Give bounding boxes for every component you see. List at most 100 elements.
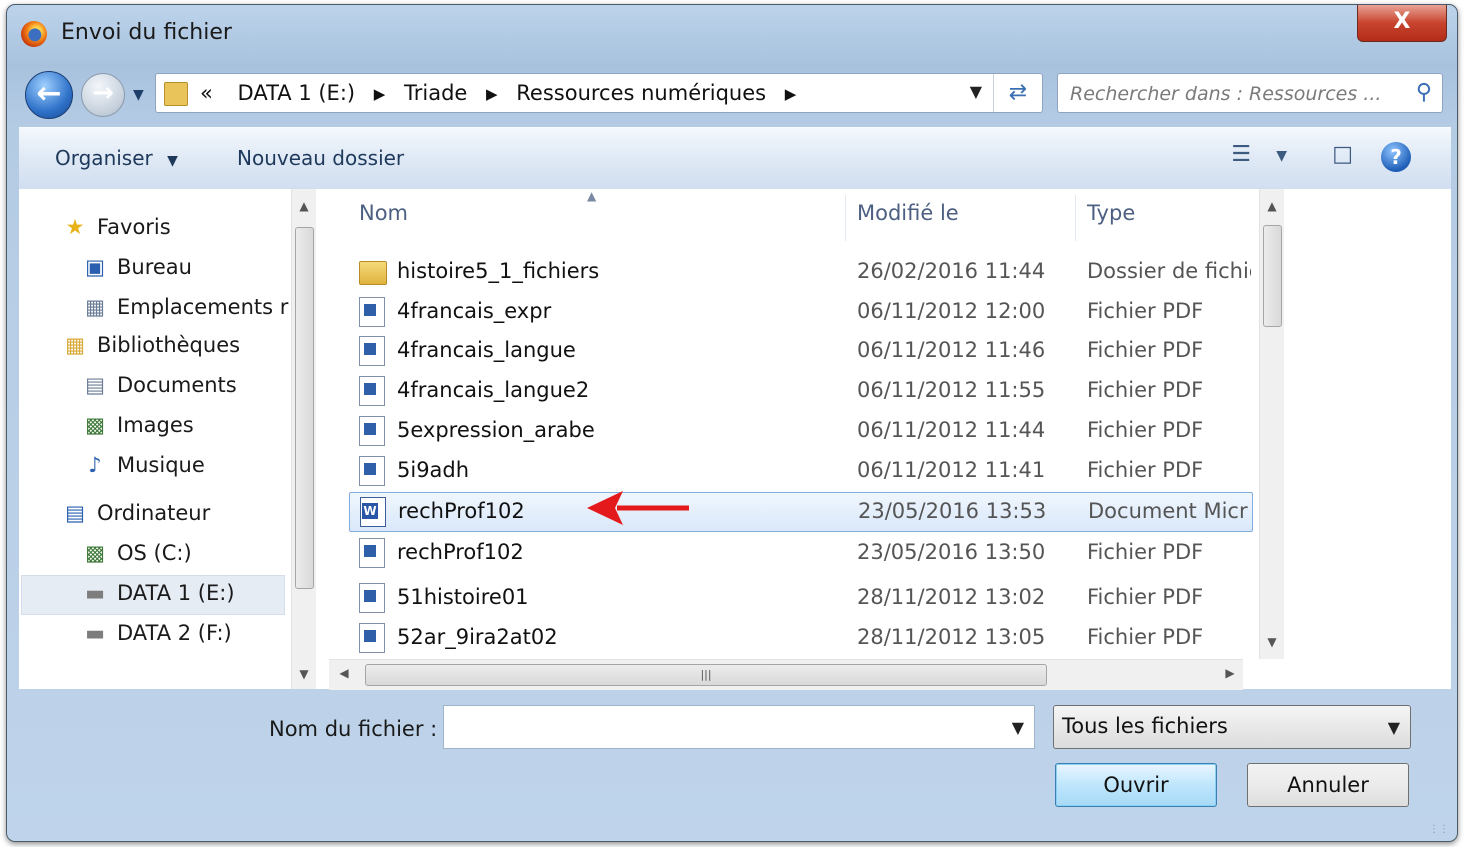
file-row[interactable]: rechProf102 23/05/2016 13:50 Fichier PDF: [343, 534, 1253, 572]
file-date: 23/05/2016 13:50: [857, 540, 1046, 564]
search-input[interactable]: [1068, 81, 1390, 107]
scroll-down-icon[interactable]: ▼: [292, 667, 316, 681]
breadcrumb-triade[interactable]: Triade: [404, 81, 467, 105]
column-divider[interactable]: [1075, 195, 1076, 241]
chevron-down-icon[interactable]: ▼: [1012, 718, 1024, 737]
column-header-name[interactable]: Nom: [359, 201, 408, 225]
libraries-icon: ▦: [65, 333, 85, 357]
scroll-left-icon[interactable]: ◀: [329, 666, 359, 680]
file-list-scrollbar[interactable]: ▲ ▼: [1259, 189, 1284, 659]
open-button[interactable]: Ouvrir: [1055, 763, 1217, 807]
search-icon[interactable]: ⚲: [1416, 80, 1432, 105]
file-name: 5i9adh: [397, 458, 470, 482]
pdf-icon: [359, 297, 385, 327]
chevron-right-icon[interactable]: ▶: [374, 85, 386, 103]
file-row[interactable]: histoire5_1_fichiers 26/02/2016 11:44 Do…: [343, 253, 1253, 291]
file-type: Document Micr: [1088, 499, 1248, 523]
sidebar-item-images[interactable]: ▩ Images: [81, 413, 194, 437]
sidebar-item-musique[interactable]: ♪ Musique: [81, 453, 204, 477]
column-header-type[interactable]: Type: [1087, 201, 1135, 225]
file-row[interactable]: 5i9adh 06/11/2012 11:41 Fichier PDF: [343, 452, 1253, 490]
organize-button[interactable]: Organiser ▼: [55, 146, 178, 170]
file-row[interactable]: 4francais_langue2 06/11/2012 11:55 Fichi…: [343, 372, 1253, 410]
new-folder-button[interactable]: Nouveau dossier: [237, 146, 404, 170]
sidebar-item-documents[interactable]: ▤ Documents: [81, 373, 237, 397]
preview-pane-icon[interactable]: □: [1332, 142, 1353, 167]
sidebar-item-ordinateur[interactable]: ▤ Ordinateur: [61, 501, 210, 525]
file-name: histoire5_1_fichiers: [397, 259, 600, 283]
sidebar-item-bibliotheques[interactable]: ▦ Bibliothèques: [61, 333, 240, 357]
breadcrumb-overflow[interactable]: «: [200, 81, 213, 105]
file-type: Fichier PDF: [1087, 338, 1204, 362]
chevron-down-icon: ▼: [167, 153, 178, 169]
resize-grip-icon[interactable]: ⋮⋮: [1429, 824, 1449, 835]
filetype-select[interactable]: Tous les fichiers ▼: [1053, 705, 1411, 749]
forward-arrow-icon: →: [92, 78, 114, 108]
scroll-thumb[interactable]: [295, 227, 314, 589]
filename-label: Nom du fichier :: [269, 717, 438, 741]
column-header-date[interactable]: Modifié le: [857, 201, 959, 225]
search-box[interactable]: ⚲: [1057, 73, 1443, 113]
file-name: 5expression_arabe: [397, 418, 595, 442]
forward-button[interactable]: →: [81, 73, 125, 117]
address-dropdown-icon[interactable]: ▼: [970, 82, 982, 101]
scroll-thumb[interactable]: |||: [365, 664, 1047, 686]
sidebar-item-emplacements[interactable]: ▦ Emplacements r: [81, 295, 288, 319]
pdf-icon: [359, 623, 385, 653]
back-button[interactable]: ←: [25, 71, 73, 119]
scroll-up-icon[interactable]: ▲: [292, 199, 316, 213]
address-bar[interactable]: « DATA 1 (E:) ▶ Triade ▶ Ressources numé…: [155, 73, 1043, 113]
star-icon: ★: [65, 215, 85, 239]
file-type: Fichier PDF: [1087, 299, 1204, 323]
scroll-thumb[interactable]: [1263, 225, 1282, 327]
cancel-button[interactable]: Annuler: [1247, 763, 1409, 807]
nav-pane-scrollbar[interactable]: ▲ ▼: [291, 189, 316, 689]
drive-icon: ▬: [85, 621, 105, 645]
pdf-icon: [359, 336, 385, 366]
recent-locations-dropdown[interactable]: ▼: [133, 87, 144, 103]
refresh-button[interactable]: ⇄: [993, 74, 1042, 112]
chevron-right-icon[interactable]: ▶: [486, 85, 498, 103]
column-divider[interactable]: [845, 195, 846, 241]
file-name: 4francais_langue2: [397, 378, 590, 402]
scroll-up-icon[interactable]: ▲: [1260, 199, 1284, 213]
file-row[interactable]: 52ar_9ira2at02 28/11/2012 13:05 Fichier …: [343, 619, 1253, 657]
file-row[interactable]: 5expression_arabe 06/11/2012 11:44 Fichi…: [343, 412, 1253, 450]
file-date: 06/11/2012 11:55: [857, 378, 1046, 402]
horizontal-scrollbar[interactable]: ◀ ||| ▶: [329, 659, 1243, 690]
filename-combobox[interactable]: ▼: [443, 705, 1035, 749]
close-button[interactable]: X: [1357, 5, 1447, 42]
help-icon[interactable]: ?: [1381, 142, 1411, 172]
file-list: ▲ Nom Modifié le Type histoire5_1_fichie…: [329, 189, 1257, 689]
file-type: Fichier PDF: [1087, 458, 1204, 482]
folder-icon: [359, 261, 387, 285]
scroll-right-icon[interactable]: ▶: [1215, 666, 1245, 680]
sidebar-item-os-c[interactable]: ▩ OS (C:): [81, 541, 192, 565]
filetype-value: Tous les fichiers: [1062, 714, 1228, 738]
file-date: 26/02/2016 11:44: [857, 259, 1046, 283]
chevron-right-icon[interactable]: ▶: [785, 85, 797, 103]
file-row-selected[interactable]: rechProf102 23/05/2016 13:53 Document Mi…: [349, 492, 1253, 532]
sidebar-item-favoris[interactable]: ★ Favoris: [61, 215, 171, 239]
organize-label: Organiser: [55, 146, 153, 170]
sidebar-item-data2[interactable]: ▬ DATA 2 (F:): [81, 621, 232, 645]
file-name: rechProf102: [397, 540, 524, 564]
sidebar-item-bureau[interactable]: ▣ Bureau: [81, 255, 192, 279]
file-row[interactable]: 4francais_expr 06/11/2012 12:00 Fichier …: [343, 293, 1253, 331]
view-options-icon[interactable]: ☰: [1231, 142, 1251, 167]
breadcrumb-ressources[interactable]: Ressources numériques: [516, 81, 766, 105]
view-dropdown-icon[interactable]: ▼: [1276, 148, 1287, 164]
breadcrumb-data1[interactable]: DATA 1 (E:): [238, 81, 356, 105]
refresh-icon: ⇄: [1008, 80, 1028, 105]
file-row[interactable]: 4francais_langue 06/11/2012 11:46 Fichie…: [343, 332, 1253, 370]
navigation-bar: ← → ▼ « DATA 1 (E:) ▶ Triade ▶ Ressource…: [7, 71, 1457, 119]
scroll-down-icon[interactable]: ▼: [1260, 635, 1284, 649]
file-date: 23/05/2016 13:53: [858, 499, 1047, 523]
file-type: Fichier PDF: [1087, 625, 1204, 649]
sidebar-item-data1[interactable]: ▬ DATA 1 (E:): [81, 581, 234, 605]
back-arrow-icon: ←: [36, 76, 62, 111]
title-bar: Envoi du fichier X: [7, 5, 1457, 65]
music-icon: ♪: [88, 453, 102, 477]
file-row[interactable]: 51histoire01 28/11/2012 13:02 Fichier PD…: [343, 579, 1253, 617]
filename-input[interactable]: [450, 714, 994, 742]
